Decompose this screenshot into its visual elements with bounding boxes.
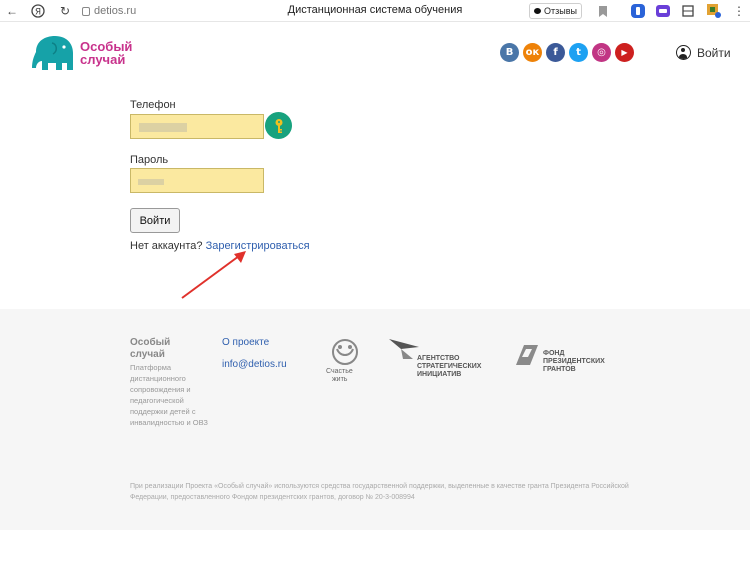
schastye-line2: жить: [332, 376, 348, 383]
browser-toolbar: ← Я ↻ detios.ru Дистанционная система об…: [0, 0, 750, 22]
vk-icon[interactable]: В: [500, 43, 519, 62]
twitter-icon[interactable]: t: [569, 43, 588, 62]
chat-bubble-icon: [534, 8, 541, 14]
fpg-logo-icon: [516, 345, 538, 365]
asi-logo-icon: [389, 339, 419, 359]
fpg-line2: ПРЕЗИДЕНТСКИХ: [543, 358, 605, 365]
key-button[interactable]: [265, 112, 292, 139]
back-icon[interactable]: ←: [4, 3, 20, 19]
logo-line2: случай: [80, 52, 126, 67]
header-login-label: Войти: [697, 45, 731, 60]
odnoklassniki-icon[interactable]: ок: [523, 43, 542, 62]
extension-purple-icon[interactable]: [655, 3, 671, 19]
extension-puzzle-icon[interactable]: [680, 3, 696, 19]
footer-brand: Особый случай: [130, 337, 170, 361]
facebook-icon[interactable]: f: [546, 43, 565, 62]
schastye-line1: Счастье: [326, 368, 353, 375]
reviews-label: Отзывы: [544, 6, 577, 16]
fpg-line3: ГРАНТОВ: [543, 366, 576, 373]
schastye-logo-icon: [332, 339, 358, 365]
password-input[interactable]: [130, 168, 264, 193]
phone-label: Телефон: [130, 99, 176, 111]
phone-input[interactable]: [130, 114, 264, 139]
site-logo[interactable]: Особый случай: [30, 34, 132, 72]
reviews-button[interactable]: Отзывы: [529, 3, 582, 19]
svg-text:Я: Я: [35, 8, 41, 18]
fpg-line1: ФОНД: [543, 350, 565, 357]
key-icon: [275, 118, 282, 133]
annotation-arrow: [181, 251, 246, 299]
social-links: В ок f t ◎ ▶: [500, 43, 634, 62]
instagram-icon[interactable]: ◎: [592, 43, 611, 62]
partner-asi[interactable]: АГЕНТСТВО СТРАТЕГИЧЕСКИХ ИНИЦИАТИВ: [389, 337, 493, 381]
address-bar[interactable]: detios.ru: [82, 3, 136, 19]
partner-fpg[interactable]: ФОНД ПРЕЗИДЕНТСКИХ ГРАНТОВ: [514, 343, 614, 377]
youtube-icon[interactable]: ▶: [615, 43, 634, 62]
footer-legal-text: При реализации Проекта «Особый случай» и…: [130, 483, 629, 501]
login-submit-button[interactable]: Войти: [130, 208, 180, 233]
bookmark-icon[interactable]: [595, 3, 611, 19]
user-icon: [676, 45, 691, 60]
footer-brand-line2: случай: [130, 349, 165, 360]
password-label: Пароль: [130, 154, 169, 166]
footer-description: Платформа дистанционного сопровождения и…: [130, 363, 208, 427]
asi-line3: ИНИЦИАТИВ: [417, 371, 462, 378]
header-login-link[interactable]: Войти: [676, 45, 731, 60]
elephant-icon: [32, 36, 73, 70]
url-text: detios.ru: [94, 5, 137, 17]
asi-line1: АГЕНТСТВО: [417, 355, 460, 362]
footer-about-link[interactable]: О проекте: [222, 337, 269, 348]
reload-icon[interactable]: ↻: [57, 3, 73, 19]
lock-icon: [82, 6, 90, 16]
asi-line2: СТРАТЕГИЧЕСКИХ: [417, 363, 482, 370]
password-value-redacted: [138, 179, 164, 185]
phone-value-redacted: [139, 123, 187, 132]
yandex-icon[interactable]: Я: [30, 3, 46, 19]
extension-blue-icon[interactable]: [630, 3, 646, 19]
footer-email-link[interactable]: info@detios.ru: [222, 359, 287, 370]
menu-icon[interactable]: ⋮: [731, 3, 747, 19]
extension-color-icon[interactable]: [706, 3, 722, 19]
partner-schastye-zhit[interactable]: Счастье жить: [324, 337, 366, 383]
footer-brand-line1: Особый: [130, 337, 171, 348]
